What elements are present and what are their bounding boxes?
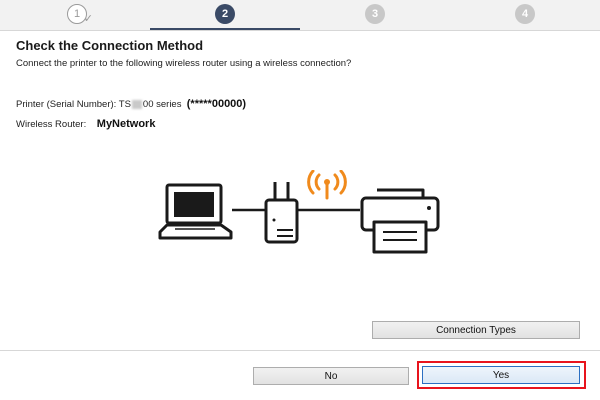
connection-diagram <box>158 170 440 254</box>
step-number: 3 <box>371 8 379 20</box>
router-name: MyNetwork <box>96 118 156 130</box>
yes-button[interactable]: Yes <box>422 366 580 384</box>
router-info-row: Wireless Router: MyNetwork <box>16 118 155 130</box>
step-progress-bar: 1 ✓ 2 3 4 <box>0 0 600 30</box>
printer-model-prefix: TS <box>118 99 131 110</box>
printer-icon <box>360 188 440 254</box>
connection-types-button[interactable]: Connection Types <box>372 321 580 339</box>
check-icon: ✓ <box>83 13 93 25</box>
step-3-indicator: 3 <box>365 4 385 24</box>
redacted-model-digits <box>131 99 142 109</box>
page-title: Check the Connection Method <box>16 38 204 53</box>
no-button[interactable]: No <box>253 367 409 385</box>
wifi-signal-icon <box>307 170 347 200</box>
step-number: 4 <box>521 8 529 20</box>
printer-serial: (*****00000) <box>186 98 247 110</box>
step-number: 1 <box>73 8 81 20</box>
printer-label: Printer (Serial Number): <box>16 99 117 110</box>
step-2-current-indicator: 2 <box>215 4 235 24</box>
header-divider <box>0 30 600 31</box>
laptop-icon <box>158 183 233 240</box>
footer-divider <box>0 350 600 351</box>
router-icon <box>264 182 299 244</box>
step-4-indicator: 4 <box>515 4 535 24</box>
router-label: Wireless Router: <box>16 119 87 130</box>
step-number: 2 <box>221 8 229 20</box>
printer-info-row: Printer (Serial Number): TS 00 series (**… <box>16 98 246 110</box>
page-subtitle: Connect the printer to the following wir… <box>16 58 352 69</box>
step-1-done-indicator: 1 ✓ <box>67 4 93 25</box>
printer-model-suffix: 00 series <box>142 99 182 110</box>
